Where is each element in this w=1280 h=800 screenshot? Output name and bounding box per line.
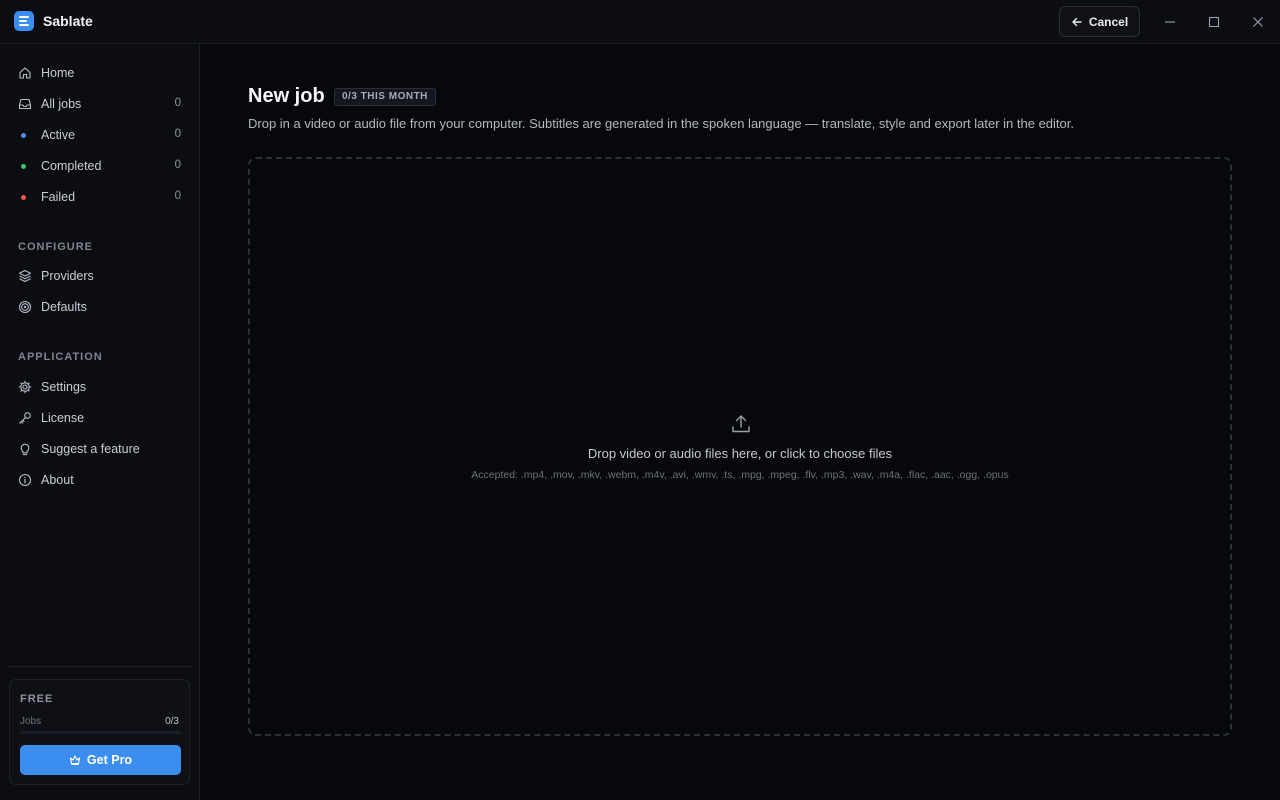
sidebar-item-label: Defaults bbox=[41, 300, 87, 314]
quota-badge: 0/3 THIS MONTH bbox=[334, 88, 436, 106]
get-pro-label: Get Pro bbox=[86, 753, 133, 767]
dropzone-prompt: Drop video or audio files here, or click… bbox=[587, 446, 893, 461]
page-title: New job bbox=[248, 85, 325, 107]
cancel-label: Cancel bbox=[1088, 14, 1129, 29]
sidebar-item-label: Settings bbox=[41, 380, 87, 394]
lightbulb-icon bbox=[20, 443, 30, 456]
crown-icon bbox=[69, 755, 80, 766]
section-title-application: APPLICATION bbox=[18, 351, 103, 363]
key-icon bbox=[19, 412, 31, 424]
jobs-progress-bar bbox=[20, 731, 181, 734]
close-button[interactable] bbox=[1247, 11, 1269, 33]
status-dot-icon bbox=[21, 195, 26, 200]
info-icon bbox=[18, 473, 32, 487]
status-dot-icon bbox=[21, 164, 26, 169]
sidebar-item-label: About bbox=[41, 473, 74, 487]
sidebar-item-suggest-feature[interactable]: Suggest a feature bbox=[8, 435, 192, 463]
plan-card: FREE Jobs 0/3 Get Pro bbox=[9, 679, 190, 785]
layers-icon bbox=[18, 269, 32, 283]
section-title-configure: CONFIGURE bbox=[18, 241, 93, 253]
sidebar-item-about[interactable]: About bbox=[8, 466, 192, 494]
upload-icon bbox=[732, 415, 750, 433]
plan-jobs-value: 0/3 bbox=[165, 716, 179, 727]
sidebar-item-settings[interactable]: Settings bbox=[8, 373, 192, 401]
minimize-button[interactable] bbox=[1159, 11, 1181, 33]
sidebar-item-defaults[interactable]: Defaults bbox=[8, 293, 192, 321]
minimize-icon bbox=[1165, 21, 1175, 23]
main-content: New job 0/3 THIS MONTH Drop in a video o… bbox=[200, 44, 1280, 800]
dropzone-accepted-formats: Accepted: .mp4, .mov, .mkv, .webm, .m4v,… bbox=[471, 469, 1009, 481]
sidebar-item-count: 0 bbox=[174, 128, 181, 140]
sidebar-item-completed[interactable]: Completed 0 bbox=[8, 152, 192, 180]
home-icon bbox=[19, 67, 31, 79]
sidebar-item-label: License bbox=[41, 411, 85, 425]
status-dot-icon bbox=[21, 133, 26, 138]
sidebar-item-label: Active bbox=[41, 128, 76, 142]
close-icon bbox=[1253, 17, 1263, 27]
sidebar-divider bbox=[8, 666, 192, 667]
gear-icon bbox=[18, 380, 32, 394]
sidebar-item-count: 0 bbox=[174, 97, 181, 109]
page-description: Drop in a video or audio file from your … bbox=[248, 116, 1074, 131]
plan-name: FREE bbox=[20, 693, 54, 705]
sidebar-item-failed[interactable]: Failed 0 bbox=[8, 183, 192, 211]
get-pro-button[interactable]: Get Pro bbox=[20, 745, 181, 775]
app-logo-icon bbox=[14, 11, 34, 31]
maximize-icon bbox=[1208, 16, 1220, 28]
sidebar-item-providers[interactable]: Providers bbox=[8, 262, 192, 290]
sidebar-item-count: 0 bbox=[174, 159, 181, 171]
arrow-left-icon bbox=[1072, 17, 1082, 26]
sidebar-item-home[interactable]: Home bbox=[8, 59, 192, 87]
maximize-button[interactable] bbox=[1203, 11, 1225, 33]
sidebar-item-active[interactable]: Active 0 bbox=[8, 121, 192, 149]
sidebar: Home All jobs 0 Active 0 Completed 0 Fai… bbox=[0, 44, 200, 800]
sidebar-item-count: 0 bbox=[174, 190, 181, 202]
app-title: Sablate bbox=[43, 13, 93, 29]
inbox-icon bbox=[18, 98, 32, 110]
sidebar-item-license[interactable]: License bbox=[8, 404, 192, 432]
plan-jobs-label: Jobs bbox=[20, 716, 42, 727]
sidebar-item-label: Suggest a feature bbox=[41, 442, 140, 456]
sidebar-item-all-jobs[interactable]: All jobs 0 bbox=[8, 90, 192, 118]
title-bar: Sablate Cancel bbox=[0, 0, 1280, 44]
sidebar-item-label: All jobs bbox=[41, 97, 82, 111]
sidebar-item-label: Home bbox=[41, 66, 75, 80]
cancel-button[interactable]: Cancel bbox=[1059, 6, 1140, 37]
sidebar-item-label: Completed bbox=[41, 159, 102, 173]
file-dropzone[interactable]: Drop video or audio files here, or click… bbox=[248, 157, 1232, 736]
sidebar-item-label: Failed bbox=[41, 190, 76, 204]
target-icon bbox=[18, 300, 32, 314]
sidebar-item-label: Providers bbox=[41, 269, 94, 283]
